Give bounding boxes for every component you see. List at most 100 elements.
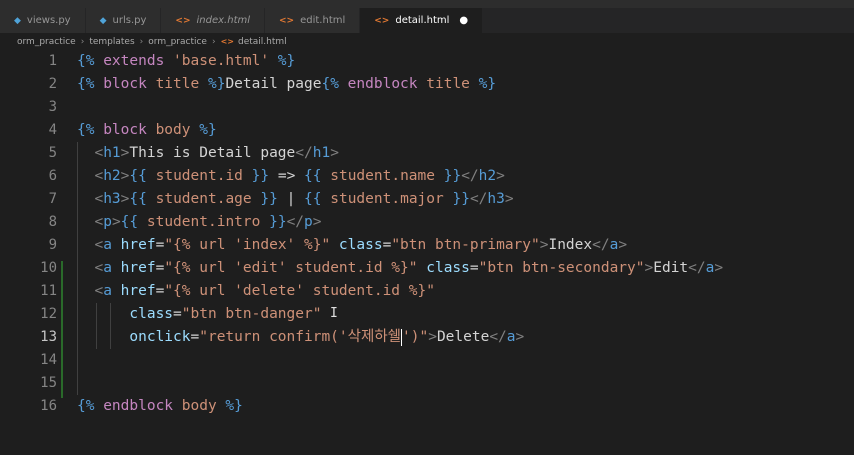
breadcrumb: orm_practice › templates › orm_practice › <> de… bbox=[0, 33, 854, 50]
code-token: body bbox=[155, 122, 191, 138]
code-text[interactable]: <a href = "{% url 'edit' student.id %}" cl… bbox=[77, 257, 723, 280]
line-number: 11 bbox=[40, 283, 57, 299]
code-token: > bbox=[618, 237, 628, 253]
code-text[interactable]: <a href="{% url 'delete' student.id %}" bbox=[77, 280, 435, 303]
code-token: "{% url 'index' %}" bbox=[164, 237, 331, 253]
code-text[interactable]: class="btn btn-danger" bbox=[77, 303, 321, 326]
code-token: "btn btn-secondary" bbox=[478, 260, 645, 276]
line-number: 16 bbox=[40, 398, 57, 414]
tab-detail-html[interactable]: <> detail.html ● bbox=[360, 8, 484, 33]
tab-label: edit.html bbox=[300, 15, 346, 26]
breadcrumb-item[interactable]: orm_practice bbox=[148, 37, 207, 47]
code-line[interactable]: 6 <h2>{{ student.id }} => {{ student.nam… bbox=[0, 165, 854, 188]
code-token: > bbox=[428, 329, 437, 345]
line-number: 6 bbox=[48, 168, 57, 184]
code-token: extends bbox=[94, 53, 174, 69]
code-line[interactable]: 7 <h3>{{ student.age }} | {{ student.maj… bbox=[0, 188, 854, 211]
code-text[interactable]: <h3>{{ student.age }} | {{ student.major… bbox=[77, 188, 514, 211]
tab-edit-html[interactable]: <> edit.html bbox=[265, 8, 361, 33]
tab-label: urls.py bbox=[112, 15, 147, 26]
code-line[interactable]: 4 {% block body %} bbox=[0, 119, 854, 142]
tab-index-html[interactable]: <> index.html bbox=[161, 8, 266, 33]
code-text[interactable]: <a href="{% url 'index' %}" class="btn b… bbox=[77, 234, 627, 257]
code-token: = bbox=[190, 329, 200, 345]
code-text[interactable]: <p>{{ student.intro }}</p> bbox=[77, 211, 322, 234]
code-token: = bbox=[173, 306, 182, 322]
line-number: 5 bbox=[48, 145, 57, 161]
code-line[interactable]: 16 {% endblock body %} bbox=[0, 395, 854, 418]
code-token: block bbox=[94, 122, 156, 138]
code-text[interactable]: <h1>This is Detail page</h1> bbox=[77, 142, 338, 165]
code-line[interactable]: 15 bbox=[0, 372, 854, 395]
code-line[interactable]: 10 <a href = "{% url 'edit' student.id %}"… bbox=[0, 257, 854, 280]
code-line[interactable]: 3 bbox=[0, 96, 854, 119]
line-number: 2 bbox=[48, 76, 57, 92]
code-token: {% bbox=[77, 53, 95, 69]
code-line[interactable]: 8 <p>{{ student.intro }}</p> bbox=[0, 211, 854, 234]
code-token: </ bbox=[286, 214, 305, 230]
code-token: a bbox=[506, 329, 516, 345]
tab-views-py[interactable]: ◆ views.py bbox=[0, 8, 86, 33]
code-token: h3 bbox=[103, 191, 121, 207]
code-line[interactable]: 13 onclick="return confirm('삭제하쉘')">Dele… bbox=[0, 326, 854, 349]
editor-tab-bar: ◆ views.py ◆ urls.py <> index.html <> edit.html… bbox=[0, 8, 854, 33]
code-line[interactable]: 2 {% block title %}Detail page{% endblock… bbox=[0, 73, 854, 96]
code-token: a bbox=[103, 260, 112, 276]
code-token: = bbox=[469, 260, 479, 276]
code-text[interactable]: {% extends 'base.html' %} bbox=[77, 50, 295, 73]
code-line[interactable]: 14 bbox=[0, 349, 854, 372]
line-number: 14 bbox=[40, 352, 57, 368]
code-line[interactable]: 11 <a href="{% url 'delete' student.id %… bbox=[0, 280, 854, 303]
code-token: student.intro bbox=[138, 214, 270, 230]
unsaved-dot-icon[interactable]: ● bbox=[459, 15, 468, 26]
code-token: < bbox=[94, 283, 104, 299]
code-token: student.major bbox=[321, 191, 453, 207]
tab-label: views.py bbox=[26, 15, 71, 26]
html-file-icon: <> bbox=[374, 15, 390, 26]
line-number: 10 bbox=[40, 260, 57, 276]
code-token: {{ bbox=[129, 191, 147, 207]
code-token: </ bbox=[592, 237, 610, 253]
code-token: student.age bbox=[146, 191, 261, 207]
code-token: }} bbox=[251, 168, 270, 184]
code-text[interactable]: <h2>{{ student.id }} => {{ student.name … bbox=[77, 165, 504, 188]
code-text[interactable]: {% block title %}Detail page{% endblock … bbox=[77, 73, 496, 96]
code-token: > bbox=[504, 191, 514, 207]
code-token: </ bbox=[489, 329, 507, 345]
code-line[interactable]: 1 {% extends 'base.html' %} bbox=[0, 50, 854, 73]
chevron-right-icon: › bbox=[139, 36, 144, 47]
breadcrumb-item[interactable]: orm_practice bbox=[17, 37, 76, 47]
breadcrumb-item[interactable]: detail.html bbox=[238, 37, 287, 47]
code-token: {% bbox=[77, 122, 95, 138]
code-token: < bbox=[94, 191, 104, 207]
code-line[interactable]: 5 <h1>This is Detail page</h1> bbox=[0, 142, 854, 165]
code-token: > bbox=[312, 214, 322, 230]
code-line[interactable]: 9 <a href="{% url 'index' %}" class="btn… bbox=[0, 234, 854, 257]
code-line[interactable]: 12 class="btn btn-danger" bbox=[0, 303, 854, 326]
code-token: "btn btn-danger" bbox=[181, 306, 322, 322]
tab-urls-py[interactable]: ◆ urls.py bbox=[85, 8, 162, 33]
code-token: "return confirm('삭제하쉘 bbox=[199, 329, 401, 345]
code-text[interactable]: {% endblock body %} bbox=[77, 395, 243, 418]
code-token: a bbox=[103, 237, 112, 253]
code-token: student.name bbox=[321, 168, 444, 184]
code-token: > bbox=[515, 329, 525, 345]
code-editor[interactable]: 1 {% extends 'base.html' %} 2 {% block titl… bbox=[0, 50, 854, 455]
code-token: {{ bbox=[304, 191, 322, 207]
mouse-ibeam-cursor-icon: I bbox=[330, 306, 338, 321]
code-token: {{ bbox=[129, 168, 147, 184]
code-token: body bbox=[181, 398, 217, 414]
code-token: {% bbox=[77, 398, 95, 414]
code-token: "{% url 'delete' student.id %}" bbox=[164, 283, 435, 299]
line-number: 15 bbox=[40, 375, 57, 391]
code-token: title bbox=[155, 76, 200, 92]
code-text[interactable]: onclick="return confirm('삭제하쉘')">Delete<… bbox=[77, 326, 524, 349]
breadcrumb-item[interactable]: templates bbox=[89, 37, 134, 47]
code-text[interactable]: {% block body %} bbox=[77, 119, 217, 142]
code-token: {{ bbox=[304, 168, 322, 184]
